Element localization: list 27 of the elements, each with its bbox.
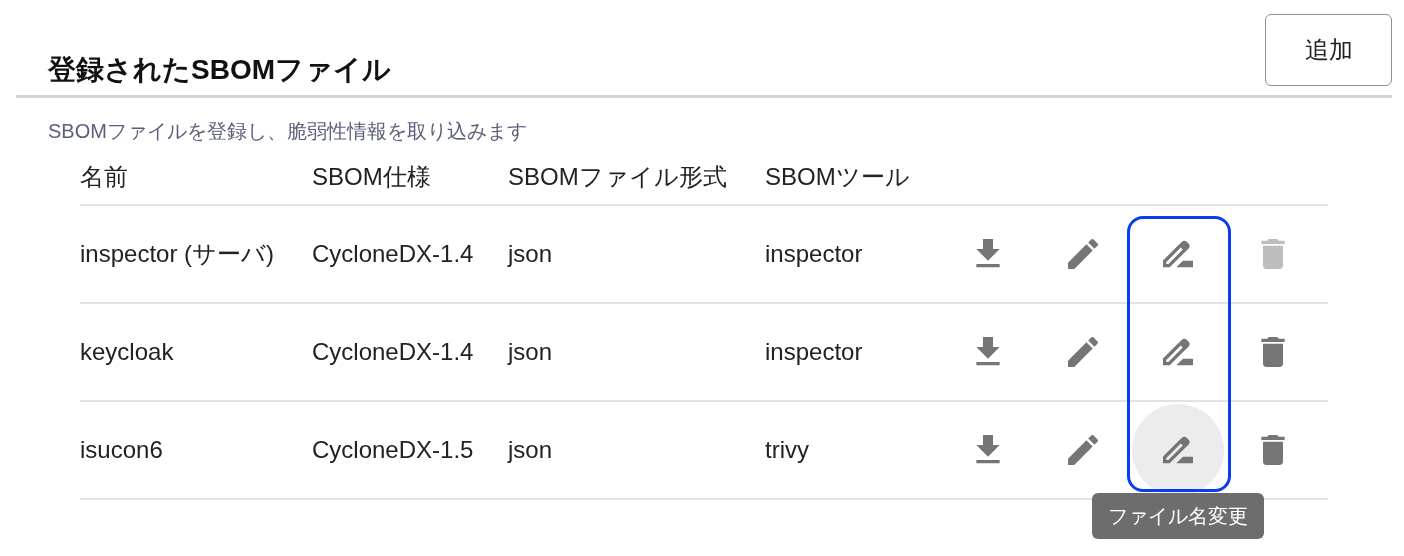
pencil-line-icon — [1162, 435, 1193, 465]
pencil-icon — [1067, 435, 1098, 465]
pencil-icon — [1067, 239, 1098, 269]
pencil-line-icon — [1162, 239, 1193, 269]
table-cell-text: inspector — [765, 337, 864, 367]
pencil-icon — [1067, 337, 1098, 367]
table-cell-text: keycloak — [80, 337, 175, 367]
table-cell-text: CycloneDX-1.4 — [312, 337, 475, 367]
table-cell-text: inspector (サーバ) — [80, 239, 276, 269]
table-cell-text: CycloneDX-1.4 — [312, 239, 475, 269]
column-header: SBOMツール — [765, 162, 911, 192]
table-cell-text: isucon6 — [80, 435, 164, 465]
pencil-line-icon — [1162, 337, 1193, 367]
column-header: SBOMファイル形式 — [508, 162, 728, 192]
table-cell-text: trivy — [765, 435, 810, 465]
table-cell-text: inspector — [765, 239, 864, 269]
tooltip: ファイル名変更 — [1091, 493, 1264, 539]
table-cell-text: CycloneDX-1.5 — [312, 435, 475, 465]
rename-button[interactable] — [1131, 404, 1224, 496]
table-cell-text: json — [508, 239, 554, 269]
description-text: SBOMファイルを登録し、脆弱性情報を取り込みます — [48, 119, 528, 144]
section-title: 登録されたSBOMファイル — [48, 53, 391, 87]
add-button[interactable]: 追加 — [1265, 14, 1392, 86]
column-header: 名前 — [80, 162, 129, 192]
table-cell-text: json — [508, 435, 554, 465]
table-cell-text: json — [508, 337, 554, 367]
column-header: SBOM仕様 — [312, 162, 432, 192]
